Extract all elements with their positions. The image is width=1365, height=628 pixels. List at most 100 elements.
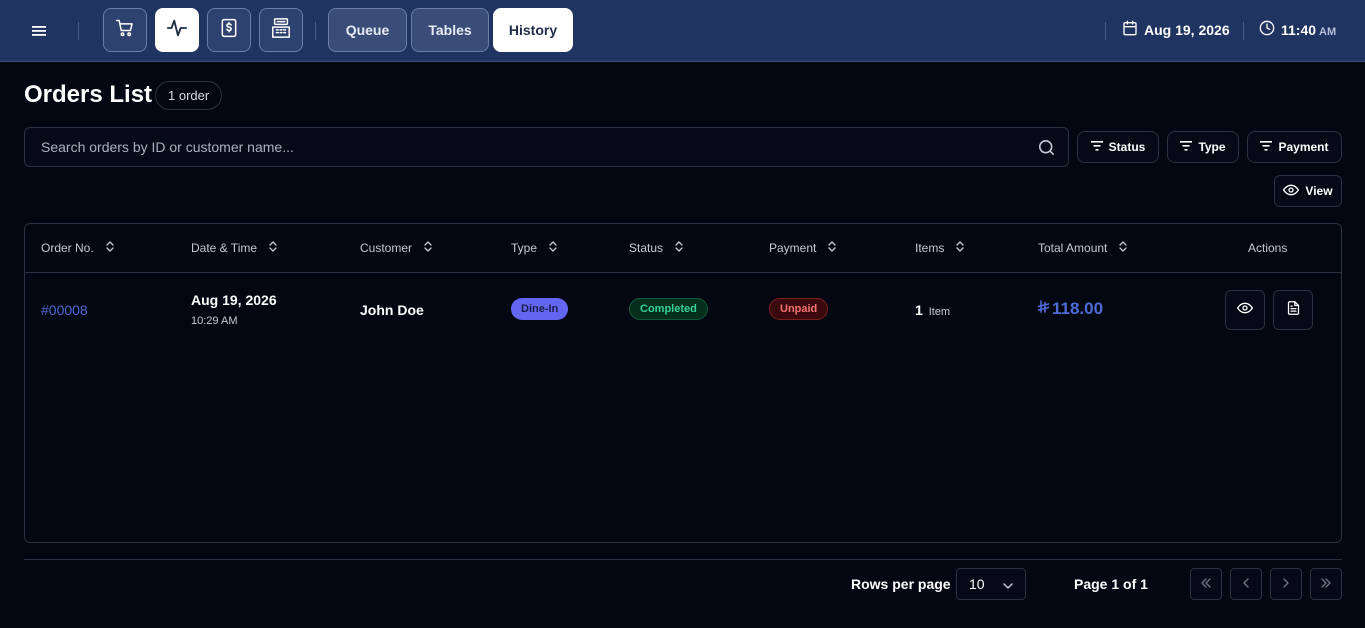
clock-icon	[1259, 20, 1275, 39]
page-indicator: Page 1 of 1	[1074, 576, 1148, 592]
status-filter-label: Status	[1108, 140, 1146, 154]
order-number-link[interactable]: #00008	[41, 302, 88, 318]
rows-per-page-select[interactable]: 10	[956, 568, 1026, 600]
tab-queue[interactable]: Queue	[328, 8, 407, 52]
date-text: Aug 19, 2026	[1144, 21, 1230, 38]
divider	[315, 22, 316, 40]
tab-history[interactable]: History	[493, 8, 573, 52]
table-header: Order No. Date & Time Customer Type Stat…	[25, 224, 1341, 273]
billing-button[interactable]	[207, 8, 251, 52]
sort-icon	[549, 241, 557, 255]
amount-value: 118.00	[1052, 299, 1104, 318]
current-time: 11:40 AM	[1259, 20, 1336, 39]
column-actions: Actions	[1248, 241, 1287, 255]
column-order-no[interactable]: Order No.	[41, 241, 114, 255]
top-bar: Queue Tables History Aug 19, 2026 11:40 A…	[0, 0, 1365, 62]
items-label: Item	[928, 306, 951, 318]
cart-icon	[115, 18, 135, 43]
total-amount: 118.00	[1037, 299, 1103, 319]
sort-icon	[828, 241, 837, 255]
column-items[interactable]: Items	[915, 241, 964, 255]
eye-icon	[1283, 182, 1300, 201]
column-label: Type	[511, 241, 538, 255]
riyal-icon	[1037, 299, 1050, 319]
last-page-button[interactable]	[1310, 568, 1342, 600]
column-label: Items	[915, 241, 945, 255]
rows-per-page-label: Rows per page	[851, 576, 951, 592]
column-customer[interactable]: Customer	[360, 241, 432, 255]
time-ampm: AM	[1319, 25, 1337, 38]
view-order-button[interactable]	[1225, 290, 1265, 330]
time-text: 11:40	[1281, 21, 1317, 38]
chevron-down-icon	[1003, 576, 1013, 592]
search-icon[interactable]	[1037, 138, 1056, 162]
current-date: Aug 19, 2026	[1122, 20, 1230, 39]
sort-icon	[956, 241, 964, 255]
cash-register-icon	[270, 17, 292, 44]
divider	[1243, 22, 1244, 40]
search-box	[24, 127, 1069, 167]
items-count: 1 Item	[915, 302, 950, 318]
filter-icon	[1090, 140, 1103, 154]
chevron-right-icon	[1282, 575, 1290, 593]
activity-button[interactable]	[155, 8, 199, 52]
filter-icon	[1180, 140, 1193, 154]
search-input[interactable]	[41, 128, 1031, 166]
order-date: Aug 19, 2026	[191, 292, 277, 308]
status-filter-button[interactable]: Status	[1077, 131, 1159, 163]
items-number: 1	[915, 302, 923, 318]
column-label: Status	[629, 241, 664, 255]
filter-icon	[1260, 140, 1273, 154]
status-badge: Completed	[629, 298, 708, 320]
divider	[24, 559, 1342, 560]
payment-filter-label: Payment	[1278, 140, 1329, 154]
view-label: View	[1305, 184, 1333, 198]
rows-per-page-value: 10	[969, 576, 985, 592]
chevron-left-icon	[1242, 575, 1250, 593]
column-label: Order No.	[41, 241, 94, 255]
cash-register-button[interactable]	[259, 8, 303, 52]
chevrons-left-icon	[1200, 575, 1212, 593]
customer-name: John Doe	[360, 302, 424, 318]
view-options-button[interactable]: View	[1274, 175, 1342, 207]
type-badge: Dine-In	[511, 298, 569, 320]
document-icon	[1286, 300, 1301, 321]
column-label: Payment	[769, 241, 817, 255]
calendar-icon	[1122, 20, 1138, 39]
column-status[interactable]: Status	[629, 241, 683, 255]
tab-tables[interactable]: Tables	[411, 8, 489, 52]
divider	[1105, 22, 1106, 40]
type-filter-label: Type	[1198, 140, 1226, 154]
next-page-button[interactable]	[1270, 568, 1302, 600]
activity-icon	[166, 17, 188, 44]
type-filter-button[interactable]: Type	[1167, 131, 1239, 163]
cart-button[interactable]	[103, 8, 147, 52]
sort-icon	[1119, 241, 1128, 255]
sort-icon	[269, 241, 277, 255]
column-label: Customer	[360, 241, 413, 255]
order-time: 10:29 AM	[191, 315, 238, 327]
invoice-button[interactable]	[1273, 290, 1313, 330]
sort-icon	[106, 241, 114, 255]
chevrons-right-icon	[1320, 575, 1332, 593]
page-title: Orders List	[24, 81, 153, 108]
column-label: Date & Time	[191, 241, 258, 255]
hamburger-menu-icon[interactable]	[28, 21, 50, 41]
column-payment[interactable]: Payment	[769, 241, 837, 255]
column-total-amount[interactable]: Total Amount	[1038, 241, 1128, 255]
divider	[78, 22, 79, 40]
column-label: Total Amount	[1038, 241, 1108, 255]
orders-table: Order No. Date & Time Customer Type Stat…	[24, 223, 1342, 543]
column-label: Actions	[1248, 241, 1288, 255]
sort-icon	[424, 241, 432, 255]
order-count-badge: 1 order	[155, 81, 223, 110]
payment-filter-button[interactable]: Payment	[1247, 131, 1342, 163]
first-page-button[interactable]	[1190, 568, 1222, 600]
column-type[interactable]: Type	[511, 241, 557, 255]
dollar-receipt-icon	[219, 17, 239, 44]
previous-page-button[interactable]	[1230, 568, 1262, 600]
sort-icon	[675, 241, 683, 255]
column-date-time[interactable]: Date & Time	[191, 241, 277, 255]
eye-icon	[1237, 300, 1253, 321]
payment-badge: Unpaid	[769, 298, 829, 320]
